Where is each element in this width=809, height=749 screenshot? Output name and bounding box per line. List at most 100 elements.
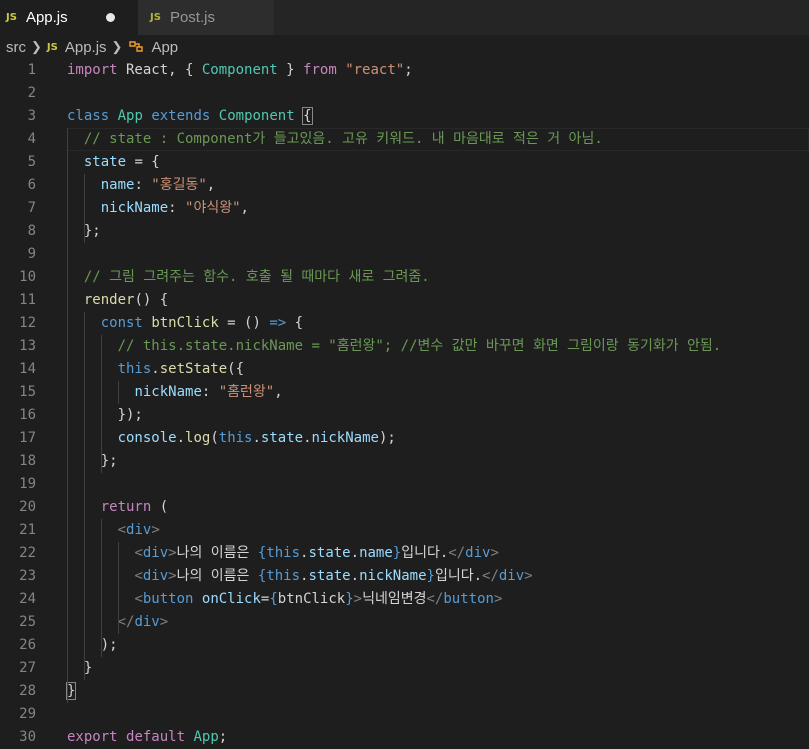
code-text: const btnClick = () => {	[67, 312, 303, 335]
code-line[interactable]: 4 // state : Component가 들고있음. 고유 키워드. 내 …	[0, 128, 809, 151]
code-token: <	[134, 568, 143, 584]
code-text: name: "홍길동",	[67, 174, 216, 197]
code-text: this.setState({	[67, 358, 244, 381]
code-token: App	[193, 729, 219, 745]
code-text: }	[65, 680, 77, 703]
code-text: class App extends Component {	[67, 105, 313, 128]
code-token: ;	[404, 62, 413, 78]
code-token: .	[350, 568, 360, 584]
code-line[interactable]: 3 class App extends Component {	[0, 105, 809, 128]
code-text: );	[67, 634, 118, 657]
line-number: 10	[19, 269, 36, 285]
tab-app-js[interactable]: JS App.js	[0, 0, 138, 35]
code-text: // state : Component가 들고있음. 고유 키워드. 내 마음…	[67, 128, 603, 151]
line-number: 29	[19, 706, 36, 722]
unsaved-dot-icon[interactable]	[106, 13, 115, 22]
code-text: // 그림 그려주는 함수. 호출 될 때마다 새로 그려줌.	[67, 266, 430, 289]
code-token: :	[168, 200, 186, 216]
code-token: state	[308, 545, 351, 561]
line-number: 11	[19, 292, 36, 308]
tab-post-js[interactable]: JS Post.js	[138, 0, 274, 35]
code-text: state = {	[67, 151, 160, 174]
code-token: button	[443, 591, 494, 607]
code-line[interactable]: 22 <div>나의 이름은 {this.state.name}입니다.</di…	[0, 542, 809, 565]
code-token: =>	[269, 315, 287, 331]
code-token: }	[65, 682, 77, 700]
code-line[interactable]: 15 nickName: "홈런왕",	[0, 381, 809, 404]
code-line[interactable]: 19	[0, 473, 809, 496]
code-token: </	[117, 614, 135, 630]
code-token: "react"	[345, 62, 405, 78]
code-token: export	[67, 729, 118, 745]
code-line[interactable]: 18 };	[0, 450, 809, 473]
code-token: nickName	[100, 200, 169, 216]
indent-guide	[84, 312, 85, 680]
code-token: div	[126, 522, 152, 538]
breadcrumb-folder[interactable]: src	[6, 39, 26, 56]
code-token: ,	[274, 384, 283, 400]
code-token: div	[142, 545, 169, 561]
breadcrumb: src ❯ JS App.js ❯ App	[0, 35, 809, 59]
line-number: 28	[19, 683, 36, 699]
js-file-icon: JS	[6, 12, 17, 23]
code-token: });	[67, 407, 143, 423]
code-line[interactable]: 11 render() {	[0, 289, 809, 312]
breadcrumb-symbol[interactable]: App	[151, 39, 178, 56]
code-token: name	[359, 545, 393, 561]
code-text: render() {	[67, 289, 168, 312]
code-token: extends	[151, 108, 211, 124]
code-line[interactable]: 20 return (	[0, 496, 809, 519]
code-line[interactable]: 23 <div>나의 이름은 {this.state.nickName}입니다.…	[0, 565, 809, 588]
code-token: this	[218, 430, 253, 446]
code-line[interactable]: 5 state = {	[0, 151, 809, 174]
code-line[interactable]: 1 import React, { Component } from "react…	[0, 59, 809, 82]
line-number: 7	[27, 200, 36, 216]
code-token: <	[117, 522, 127, 538]
code-line[interactable]: 8 };	[0, 220, 809, 243]
code-line[interactable]: 9	[0, 243, 809, 266]
code-line[interactable]: 14 this.setState({	[0, 358, 809, 381]
code-line[interactable]: 16 });	[0, 404, 809, 427]
code-line[interactable]: 25 </div>	[0, 611, 809, 634]
code-line[interactable]: 13 // this.state.nickName = "홈런왕"; //변수 …	[0, 335, 809, 358]
code-line[interactable]: 24 <button onClick={btnClick}>닉네임변경</but…	[0, 588, 809, 611]
code-token: ({	[227, 361, 245, 377]
code-line[interactable]: 17 console.log(this.state.nickName);	[0, 427, 809, 450]
code-line[interactable]: 12 const btnClick = () => {	[0, 312, 809, 335]
code-token: setState	[159, 361, 228, 377]
code-line[interactable]: 27 }	[0, 657, 809, 680]
line-number: 17	[19, 430, 36, 446]
code-token: log	[185, 430, 211, 446]
code-token: >	[168, 545, 177, 561]
line-number: 20	[19, 499, 36, 515]
code-line[interactable]: 10 // 그림 그려주는 함수. 호출 될 때마다 새로 그려줌.	[0, 266, 809, 289]
code-line[interactable]: 21 <div>	[0, 519, 809, 542]
code-text: nickName: "야식왕",	[67, 197, 249, 220]
code-token: >	[353, 591, 363, 607]
code-token: (	[210, 430, 219, 446]
code-line[interactable]: 26 );	[0, 634, 809, 657]
code-token: }	[426, 568, 435, 584]
code-line[interactable]: 6 name: "홍길동",	[0, 174, 809, 197]
code-token: class	[67, 108, 110, 124]
code-token: "홈런왕"	[218, 384, 275, 400]
code-token: >	[168, 568, 177, 584]
code-token: </	[426, 591, 444, 607]
code-token: </	[448, 545, 466, 561]
line-number: 1	[27, 62, 36, 78]
code-editor[interactable]: 1 import React, { Component } from "react…	[0, 59, 809, 746]
code-token: >	[490, 545, 499, 561]
indent-guide	[118, 381, 119, 404]
code-line[interactable]: 28}	[0, 680, 809, 703]
line-number: 21	[19, 522, 36, 538]
code-line[interactable]: 29	[0, 703, 809, 726]
breadcrumb-file[interactable]: App.js	[65, 39, 107, 56]
tab-label: App.js	[25, 9, 68, 26]
code-text: });	[67, 404, 143, 427]
code-line[interactable]: 2	[0, 82, 809, 105]
code-line[interactable]: 7 nickName: "야식왕",	[0, 197, 809, 220]
